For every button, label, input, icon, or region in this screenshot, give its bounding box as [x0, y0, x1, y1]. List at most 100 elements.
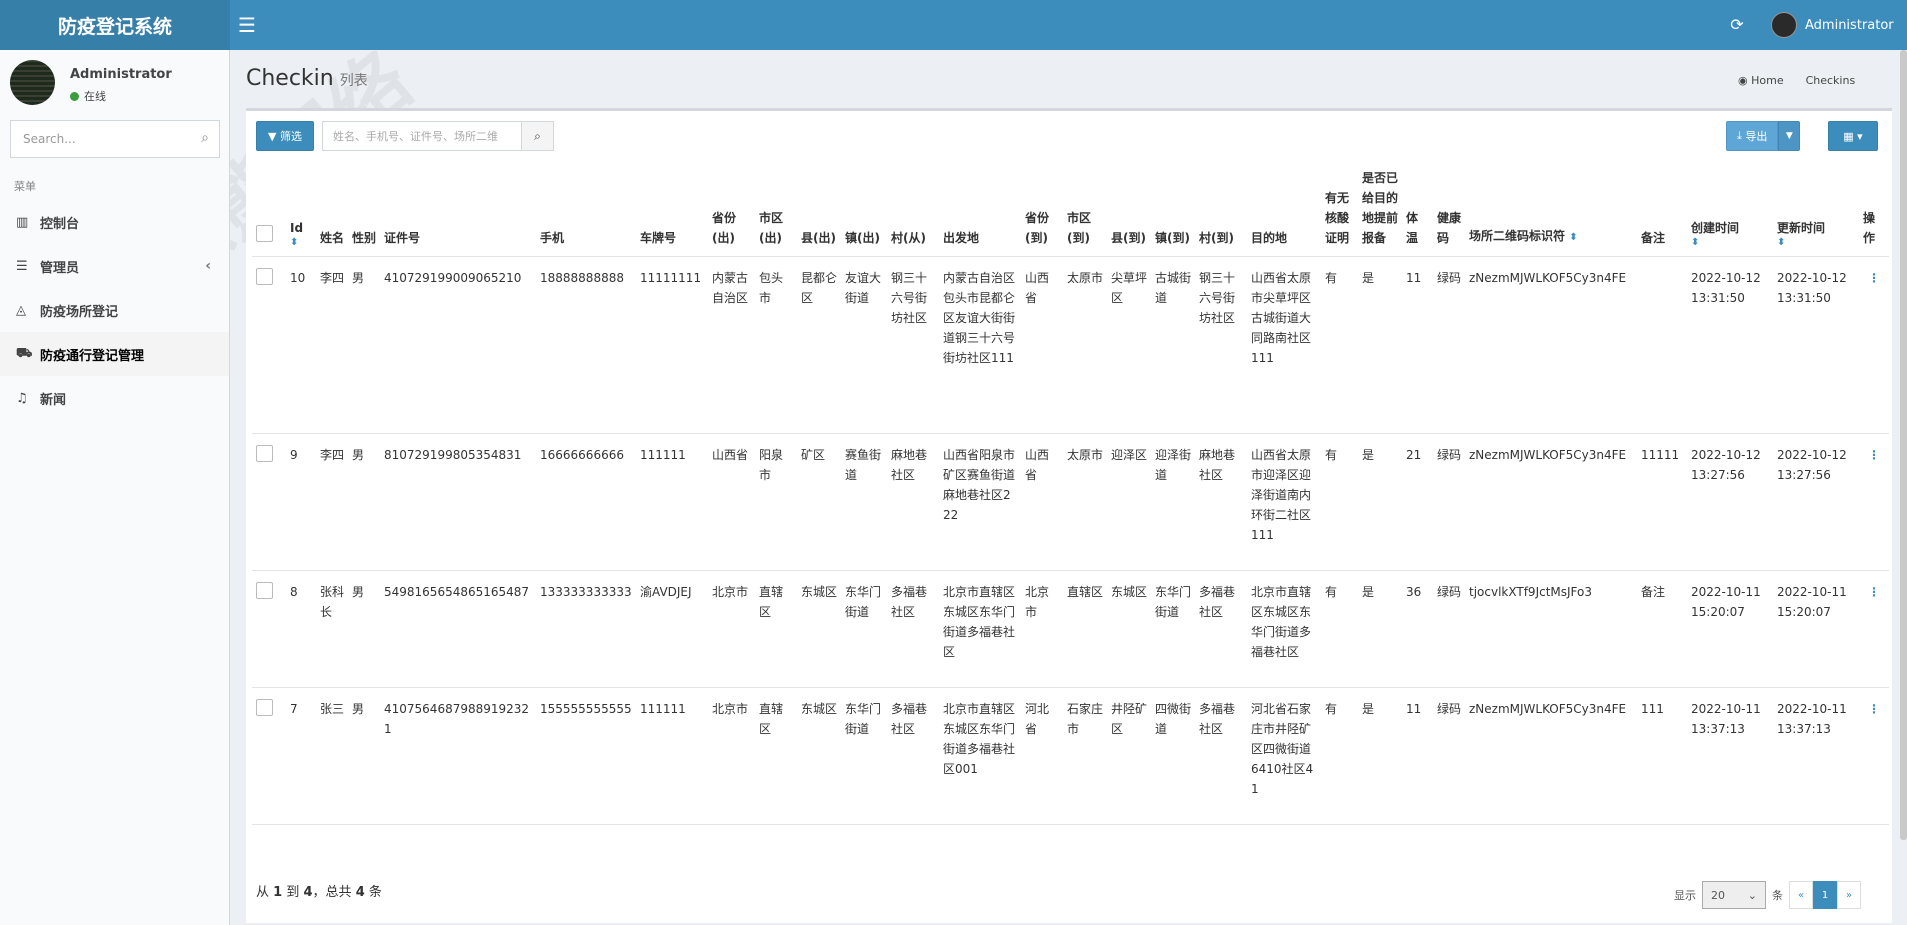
table-cell: zNezmMJWLKOF5Cy3n4FE [1465, 687, 1637, 825]
table-search-input[interactable]: 姓名、手机号、证件号、场所二维 [321, 121, 522, 151]
column-header: 镇(出) [841, 164, 887, 257]
table-cell: 绿码 [1433, 433, 1465, 571]
table-cell: 男 [348, 256, 380, 434]
row-actions-icon[interactable]: ⋮ [1859, 433, 1889, 571]
header-user-menu[interactable]: Administrator [1771, 12, 1894, 38]
table-row: 8 张科长 男 5498165654865165487 133333333333… [252, 570, 1889, 688]
table-cell: 麻地巷社区 [1195, 433, 1247, 571]
table-cell: 山西省太原市迎泽区迎泽街道南内环街二社区111 [1247, 433, 1321, 571]
column-header: 操作 [1859, 164, 1889, 257]
table-cell: 矿区 [797, 433, 841, 571]
table-cell: 810729199805354831 [380, 433, 536, 571]
sidebar-item-checkins[interactable]: ⛟ 防疫通行登记管理 [0, 332, 229, 376]
breadcrumb-home[interactable]: ◉ Home [1738, 74, 1784, 87]
sidebar-item-dashboard[interactable]: ▥ 控制台 [0, 200, 229, 244]
table-cell: 北京市 [708, 570, 755, 688]
table-cell: 是 [1358, 570, 1402, 688]
table-cell: 是 [1358, 433, 1402, 571]
table-cell: 多福巷社区 [1195, 687, 1247, 825]
column-header[interactable]: 场所二维码标识符 ⬍ [1465, 164, 1637, 257]
table-cell: 是 [1358, 256, 1402, 434]
table-cell: 11111111 [636, 256, 708, 434]
row-actions-icon[interactable]: ⋮ [1859, 687, 1889, 825]
online-status: 在线 [70, 88, 106, 104]
row-checkbox[interactable] [256, 445, 273, 462]
bell-icon: ♫ [16, 390, 28, 406]
table-cell: 2022-10-12 13:27:56 [1773, 433, 1859, 571]
table-cell: 111 [1637, 687, 1687, 825]
sidebar-item-places[interactable]: ◬ 防疫场所登记 [0, 288, 229, 332]
column-header: 目的地 [1247, 164, 1321, 257]
sidebar-toggle-icon[interactable]: ☰ [238, 12, 256, 38]
sidebar-item-admins[interactable]: ☰ 管理员 ‹ [0, 244, 229, 288]
table-cell: 18888888888 [536, 256, 636, 434]
column-header[interactable]: Id ⬍ [286, 164, 316, 257]
table-cell: 迎泽区 [1107, 433, 1151, 571]
sort-icon[interactable]: ⬍ [1569, 232, 1577, 243]
column-header[interactable]: 创建时间 ⬍ [1687, 164, 1773, 257]
table-cell: 北京市直辖区东城区东华门街道多福巷社区 [1247, 570, 1321, 688]
sort-icon[interactable]: ⬍ [1691, 238, 1769, 248]
column-header: 性别 [348, 164, 380, 257]
table-cell: 直辖区 [755, 687, 797, 825]
row-actions-icon[interactable]: ⋮ [1859, 570, 1889, 688]
table-cell: 李四 [316, 256, 348, 434]
table-cell: 古城街道 [1151, 256, 1195, 434]
page-size-value: 20 [1711, 888, 1725, 902]
bar-chart-icon: ▥ [16, 214, 29, 230]
table-cell: 北京市 [708, 687, 755, 825]
column-header: 县(到) [1107, 164, 1151, 257]
row-checkbox[interactable] [256, 699, 273, 716]
filter-button[interactable]: ▼ 筛选 [256, 121, 314, 151]
sort-icon[interactable]: ⬍ [1777, 238, 1855, 248]
table-cell: 16666666666 [536, 433, 636, 571]
table-cell: 绿码 [1433, 256, 1465, 434]
table-toolbar: ▼ 筛选 姓名、手机号、证件号、场所二维 ⌕ [256, 121, 554, 151]
row-checkbox[interactable] [256, 268, 273, 285]
table-cell: 张三 [316, 687, 348, 825]
page-size-select[interactable]: 20 ⌄ [1702, 881, 1766, 909]
top-header: 防疫登记系统 ☰ ⟳ Administrator [0, 0, 1907, 50]
app-logo[interactable]: 防疫登记系统 [0, 0, 230, 50]
export-button-label: 导出 [1745, 130, 1768, 143]
refresh-icon[interactable]: ⟳ [1726, 14, 1748, 36]
table-cell: 11111 [1637, 433, 1687, 571]
page-scrollbar[interactable] [1900, 50, 1907, 840]
columns-toggle-button[interactable]: ▦ ▾ [1828, 121, 1878, 151]
column-header: 市区(出) [755, 164, 797, 257]
table-cell: 友谊大街道 [841, 256, 887, 434]
table-cell: 河北省 [1021, 687, 1063, 825]
column-header: 手机 [536, 164, 636, 257]
online-dot-icon [70, 91, 79, 101]
pagination: 显示 20 ⌄ 条 « 1 » [1674, 881, 1861, 909]
sort-icon[interactable]: ⬍ [290, 238, 312, 248]
dashboard-icon: ◉ [1738, 74, 1748, 87]
export-dropdown-caret-icon[interactable]: ▼ [1778, 121, 1801, 151]
column-header: 证件号 [380, 164, 536, 257]
row-actions-icon[interactable]: ⋮ [1859, 256, 1889, 434]
next-page-button[interactable]: » [1837, 881, 1861, 909]
search-button[interactable]: ⌕ [521, 121, 554, 151]
column-header: 县(出) [797, 164, 841, 257]
prev-page-button[interactable]: « [1789, 881, 1813, 909]
table-cell: 直辖区 [755, 570, 797, 688]
checkin-list-box: ▼ 筛选 姓名、手机号、证件号、场所二维 ⌕ ⤓ 导出 ▼ ▦ ▾ Id ⬍ 姓名… [246, 108, 1892, 923]
table-cell [1637, 256, 1687, 434]
row-checkbox[interactable] [256, 582, 273, 599]
column-header: 备注 [1637, 164, 1687, 257]
table-cell: 111111 [636, 433, 708, 571]
select-all-checkbox[interactable] [256, 225, 273, 242]
table-cell: 2022-10-11 13:37:13 [1773, 687, 1859, 825]
search-icon[interactable]: ⌕ [201, 130, 209, 146]
column-header[interactable]: 更新时间 ⬍ [1773, 164, 1859, 257]
page-button-current[interactable]: 1 [1813, 881, 1837, 909]
sidebar-item-news[interactable]: ♫ 新闻 [0, 376, 229, 420]
area-chart-icon: ◬ [16, 302, 26, 318]
sidebar-search-input[interactable]: Search... ⌕ [10, 120, 220, 158]
table-cell: 昆都仑区 [797, 256, 841, 434]
table-row: 7 张三 男 41075646879889192321 155555555555… [252, 687, 1889, 825]
table-cell: 阳泉市 [755, 433, 797, 571]
table-cell: 四微街道 [1151, 687, 1195, 825]
table-cell: 10 [286, 256, 316, 434]
export-button[interactable]: ⤓ 导出 [1726, 121, 1779, 151]
